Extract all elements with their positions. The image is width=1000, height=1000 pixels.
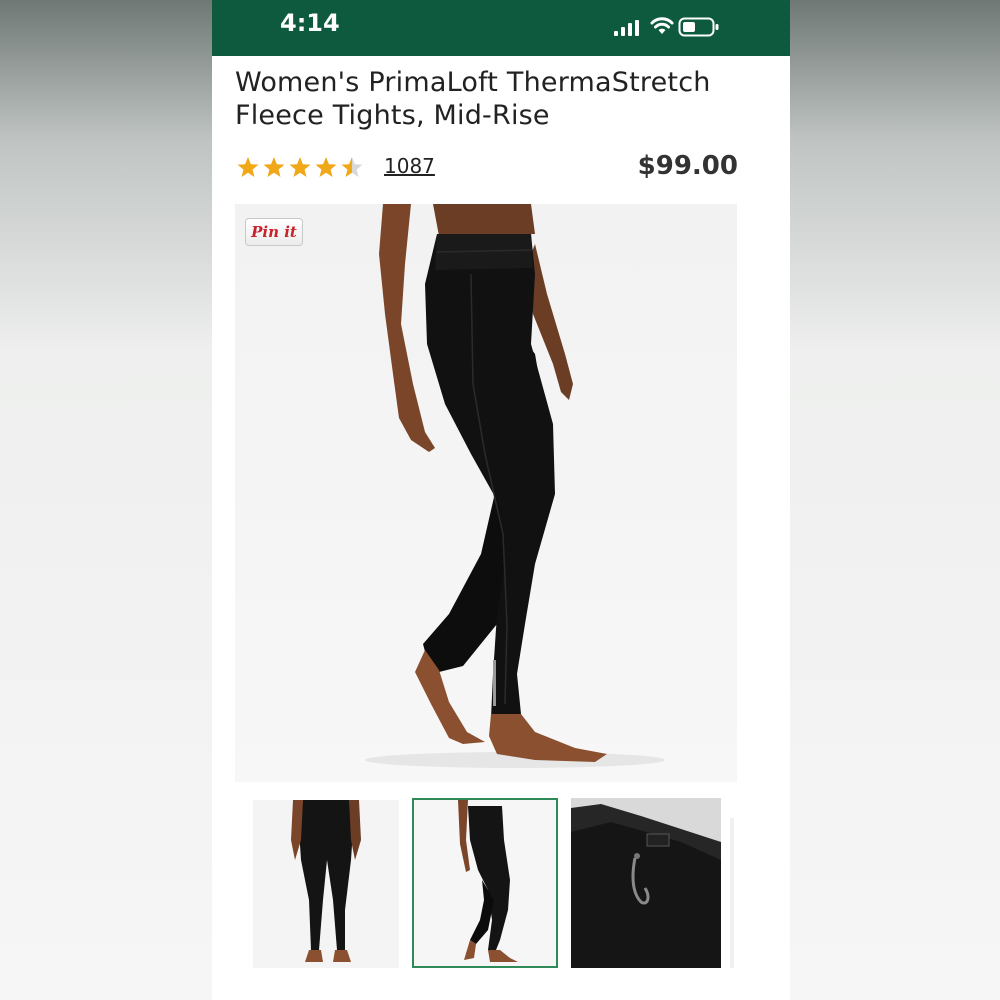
product-price: $99.00 xyxy=(637,151,738,181)
thumbnail-strip-edge xyxy=(730,818,734,968)
phone-screen: 4:14 Women's PrimaLoft ThermaStretch Fle… xyxy=(212,0,790,1000)
thumbnail-strip xyxy=(235,798,775,970)
leggings-model-image xyxy=(365,204,665,768)
product-main-image[interactable]: Pin it xyxy=(235,204,737,782)
waistband-detail-thumbnail xyxy=(571,798,721,968)
thumbnail-waistband-detail[interactable] xyxy=(571,798,721,968)
status-bar: 4:14 xyxy=(212,0,790,56)
cellular-signal-icon xyxy=(614,20,639,36)
leggings-side-thumbnail xyxy=(414,800,556,966)
background-left xyxy=(0,0,212,1000)
battery-icon xyxy=(678,17,719,37)
thumbnail-side-view[interactable] xyxy=(412,798,558,968)
thumbnail-back-view[interactable] xyxy=(253,800,399,968)
wifi-icon xyxy=(650,17,674,34)
pin-it-button[interactable]: Pin it xyxy=(245,218,303,246)
star-rating-icon xyxy=(237,157,363,177)
status-time: 4:14 xyxy=(280,9,340,37)
product-title: Women's PrimaLoft ThermaStretch Fleece T… xyxy=(235,67,711,131)
review-count-link[interactable]: 1087 xyxy=(384,154,435,178)
leggings-back-thumbnail xyxy=(253,800,399,968)
background-right xyxy=(790,0,1000,1000)
